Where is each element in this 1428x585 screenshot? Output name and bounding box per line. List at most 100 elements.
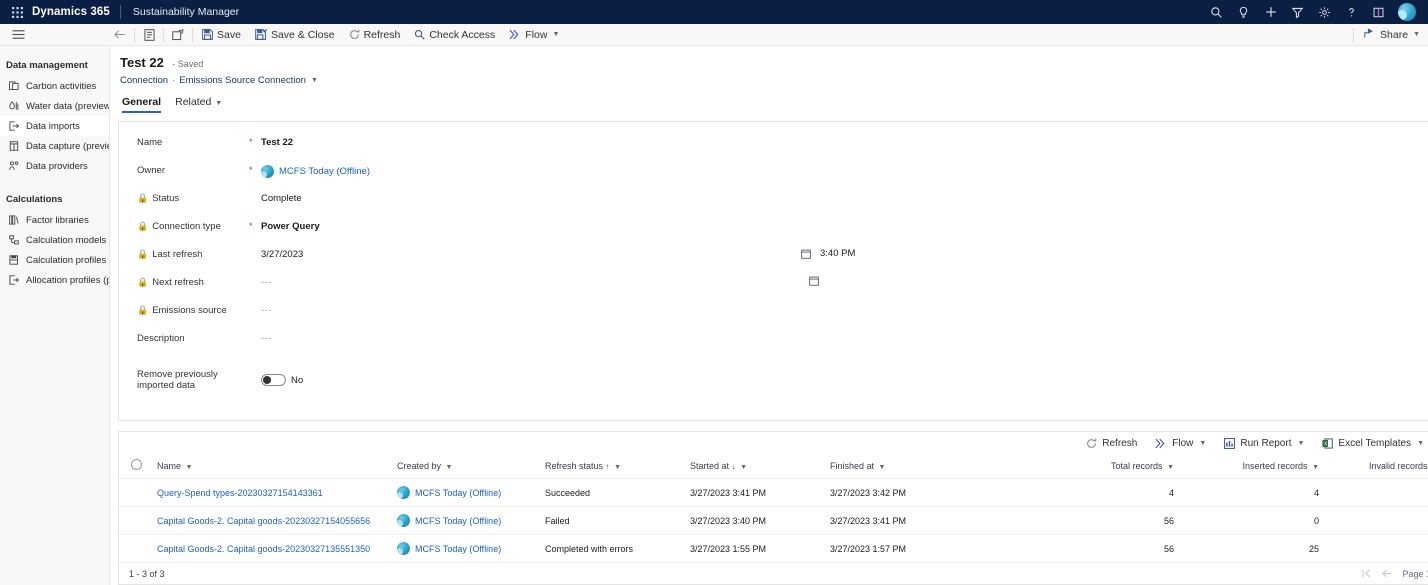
cell-name[interactable]: Query-Spend types-20230327154143361 bbox=[153, 478, 393, 507]
table-row[interactable]: Capital Goods-2. Capital goods-202303271… bbox=[119, 534, 1428, 563]
tab-related-label: Related bbox=[175, 96, 212, 108]
share-label: Share bbox=[1380, 28, 1409, 41]
grid-refresh-button[interactable]: Refresh bbox=[1077, 432, 1146, 454]
column-header-refresh-status[interactable]: Refresh status ↑ ▼ bbox=[541, 454, 686, 479]
filter-icon[interactable] bbox=[1284, 0, 1311, 24]
remove-imported-data-toggle[interactable] bbox=[261, 374, 286, 386]
table-row[interactable]: Query-Spend types-20230327154143361 MCFS… bbox=[119, 478, 1428, 507]
column-header-finished-at[interactable]: Finished at ▼ bbox=[826, 454, 1051, 479]
field-label-next-refresh-text: Next refresh bbox=[152, 277, 204, 288]
hamburger-icon[interactable] bbox=[0, 24, 36, 46]
field-label-owner: Owner bbox=[137, 165, 165, 176]
subgrid-card: Refresh Flow ▼ Run Report ▼ X Excel Temp… bbox=[118, 431, 1428, 585]
sidebar-item-data-providers[interactable]: Data providers bbox=[0, 156, 109, 176]
run-report-button[interactable]: Run Report ▼ bbox=[1215, 432, 1313, 454]
column-header-invalid-records[interactable]: Invalid records ▼ bbox=[1341, 454, 1428, 479]
grid-refresh-label: Refresh bbox=[1102, 437, 1138, 449]
sidebar-item-factor-libraries[interactable]: Factor libraries bbox=[0, 210, 109, 230]
share-button[interactable]: Share ▼ bbox=[1356, 27, 1428, 42]
breadcrumb-form[interactable]: Emissions Source Connection bbox=[179, 75, 306, 86]
refresh-button[interactable]: Refresh bbox=[342, 24, 408, 46]
column-header-total-records-label: Total records bbox=[1111, 460, 1163, 471]
sidebar-item-water-data[interactable]: Water data (preview) bbox=[0, 96, 109, 116]
column-header-started-at[interactable]: Started at ↓ ▼ bbox=[686, 454, 826, 479]
refresh-icon bbox=[1086, 438, 1097, 449]
select-all-header[interactable] bbox=[119, 454, 153, 479]
flow-button[interactable]: Flow ▼ bbox=[502, 24, 566, 46]
tab-general[interactable]: General bbox=[122, 96, 162, 113]
breadcrumb-entity[interactable]: Connection bbox=[120, 75, 168, 86]
sidebar-item-data-imports[interactable]: Data imports bbox=[0, 116, 109, 136]
field-label-status-text: Status bbox=[152, 193, 180, 204]
cell-created-by[interactable]: MCFS Today (Offline) bbox=[393, 506, 541, 535]
plus-icon[interactable] bbox=[1257, 0, 1284, 24]
field-value-status: Complete bbox=[261, 193, 302, 204]
calendar-icon[interactable] bbox=[809, 276, 819, 286]
brand-label[interactable]: Dynamics 365 bbox=[28, 6, 120, 18]
app-name-label[interactable]: Sustainability Manager bbox=[121, 6, 239, 18]
cell-inserted-records: 4 bbox=[1196, 478, 1341, 507]
calendar-icon[interactable] bbox=[801, 249, 811, 259]
field-value-owner[interactable]: MCFS Today (Offline) bbox=[261, 164, 370, 178]
sidebar-item-allocation-profiles[interactable]: Allocation profiles (p... bbox=[0, 270, 109, 290]
cell-created-by[interactable]: MCFS Today (Offline) bbox=[393, 478, 541, 507]
check-access-button[interactable]: Check Access bbox=[407, 24, 502, 46]
field-value-description[interactable]: --- bbox=[261, 332, 272, 344]
sidebar-item-calculation-models[interactable]: Calculation models bbox=[0, 230, 109, 250]
table-row[interactable]: Capital Goods-2. Capital goods-202303271… bbox=[119, 506, 1428, 535]
lightbulb-icon[interactable] bbox=[1230, 0, 1257, 24]
sidebar: Data management Carbon activities Water … bbox=[0, 46, 110, 585]
book-icon[interactable] bbox=[1365, 0, 1392, 24]
form-tabs: General Related ▼ bbox=[110, 86, 1428, 113]
excel-templates-label: Excel Templates bbox=[1338, 437, 1412, 449]
excel-templates-button[interactable]: X Excel Templates ▼ bbox=[1313, 432, 1428, 454]
field-label-connection-type-text: Connection type bbox=[152, 221, 221, 232]
row-select-cell[interactable] bbox=[119, 478, 153, 507]
tab-related[interactable]: Related ▼ bbox=[175, 96, 222, 113]
previous-page-icon[interactable] bbox=[1382, 569, 1392, 578]
sidebar-item-data-capture[interactable]: Data capture (preview) bbox=[0, 136, 109, 156]
column-header-inserted-records[interactable]: Inserted records ▼ bbox=[1196, 454, 1341, 479]
save-label: Save bbox=[217, 28, 241, 41]
popout-icon[interactable] bbox=[166, 24, 190, 46]
record-count-label: 1 - 3 of 3 bbox=[129, 568, 165, 579]
sidebar-item-carbon-activities[interactable]: Carbon activities bbox=[0, 76, 109, 96]
user-avatar-icon bbox=[397, 486, 410, 499]
grid-flow-button[interactable]: Flow ▼ bbox=[1146, 432, 1215, 454]
column-header-created-by[interactable]: Created by ▼ bbox=[393, 454, 541, 479]
first-page-icon[interactable] bbox=[1362, 569, 1372, 578]
column-header-name-label: Name bbox=[157, 460, 182, 471]
cell-total-records: 4 bbox=[1051, 478, 1196, 507]
chevron-down-icon: ▼ bbox=[215, 100, 223, 107]
chevron-down-icon[interactable]: ▼ bbox=[311, 77, 318, 84]
cell-name[interactable]: Capital Goods-2. Capital goods-202303271… bbox=[153, 506, 393, 535]
form-icon[interactable] bbox=[137, 24, 161, 46]
required-marker-owner: * bbox=[249, 165, 253, 175]
cell-created-by[interactable]: MCFS Today (Offline) bbox=[393, 534, 541, 563]
sidebar-item-calculation-profiles[interactable]: Calculation profiles bbox=[0, 250, 109, 270]
next-refresh-time-group bbox=[809, 276, 828, 286]
cell-name[interactable]: Capital Goods-2. Capital goods-202303271… bbox=[153, 534, 393, 563]
avatar[interactable] bbox=[1392, 0, 1422, 24]
field-label-emissions-source: 🔒 Emissions source bbox=[137, 304, 249, 316]
gear-icon[interactable] bbox=[1311, 0, 1338, 24]
back-arrow-icon[interactable] bbox=[108, 24, 132, 46]
select-all-checkbox[interactable] bbox=[130, 459, 142, 470]
column-header-name[interactable]: Name ▼ bbox=[153, 454, 393, 479]
search-icon[interactable] bbox=[1203, 0, 1230, 24]
cell-finished-at: 3/27/2023 3:42 PM bbox=[826, 478, 1051, 507]
help-icon[interactable] bbox=[1338, 0, 1365, 24]
row-select-cell[interactable] bbox=[119, 534, 153, 563]
column-header-total-records[interactable]: Total records ▼ bbox=[1051, 454, 1196, 479]
chevron-down-icon: ▼ bbox=[1167, 463, 1174, 471]
toggle-state-label: No bbox=[291, 374, 304, 386]
user-avatar-icon bbox=[397, 542, 410, 555]
check-access-label: Check Access bbox=[429, 28, 496, 41]
cell-inserted-records: 25 bbox=[1196, 534, 1341, 563]
row-select-cell[interactable] bbox=[119, 506, 153, 535]
field-label-description: Description bbox=[137, 333, 185, 344]
waffle-icon[interactable] bbox=[6, 6, 28, 18]
save-button[interactable]: Save bbox=[195, 24, 248, 46]
save-and-close-button[interactable]: Save & Close bbox=[248, 24, 342, 46]
field-value-name[interactable]: Test 22 bbox=[261, 136, 293, 148]
